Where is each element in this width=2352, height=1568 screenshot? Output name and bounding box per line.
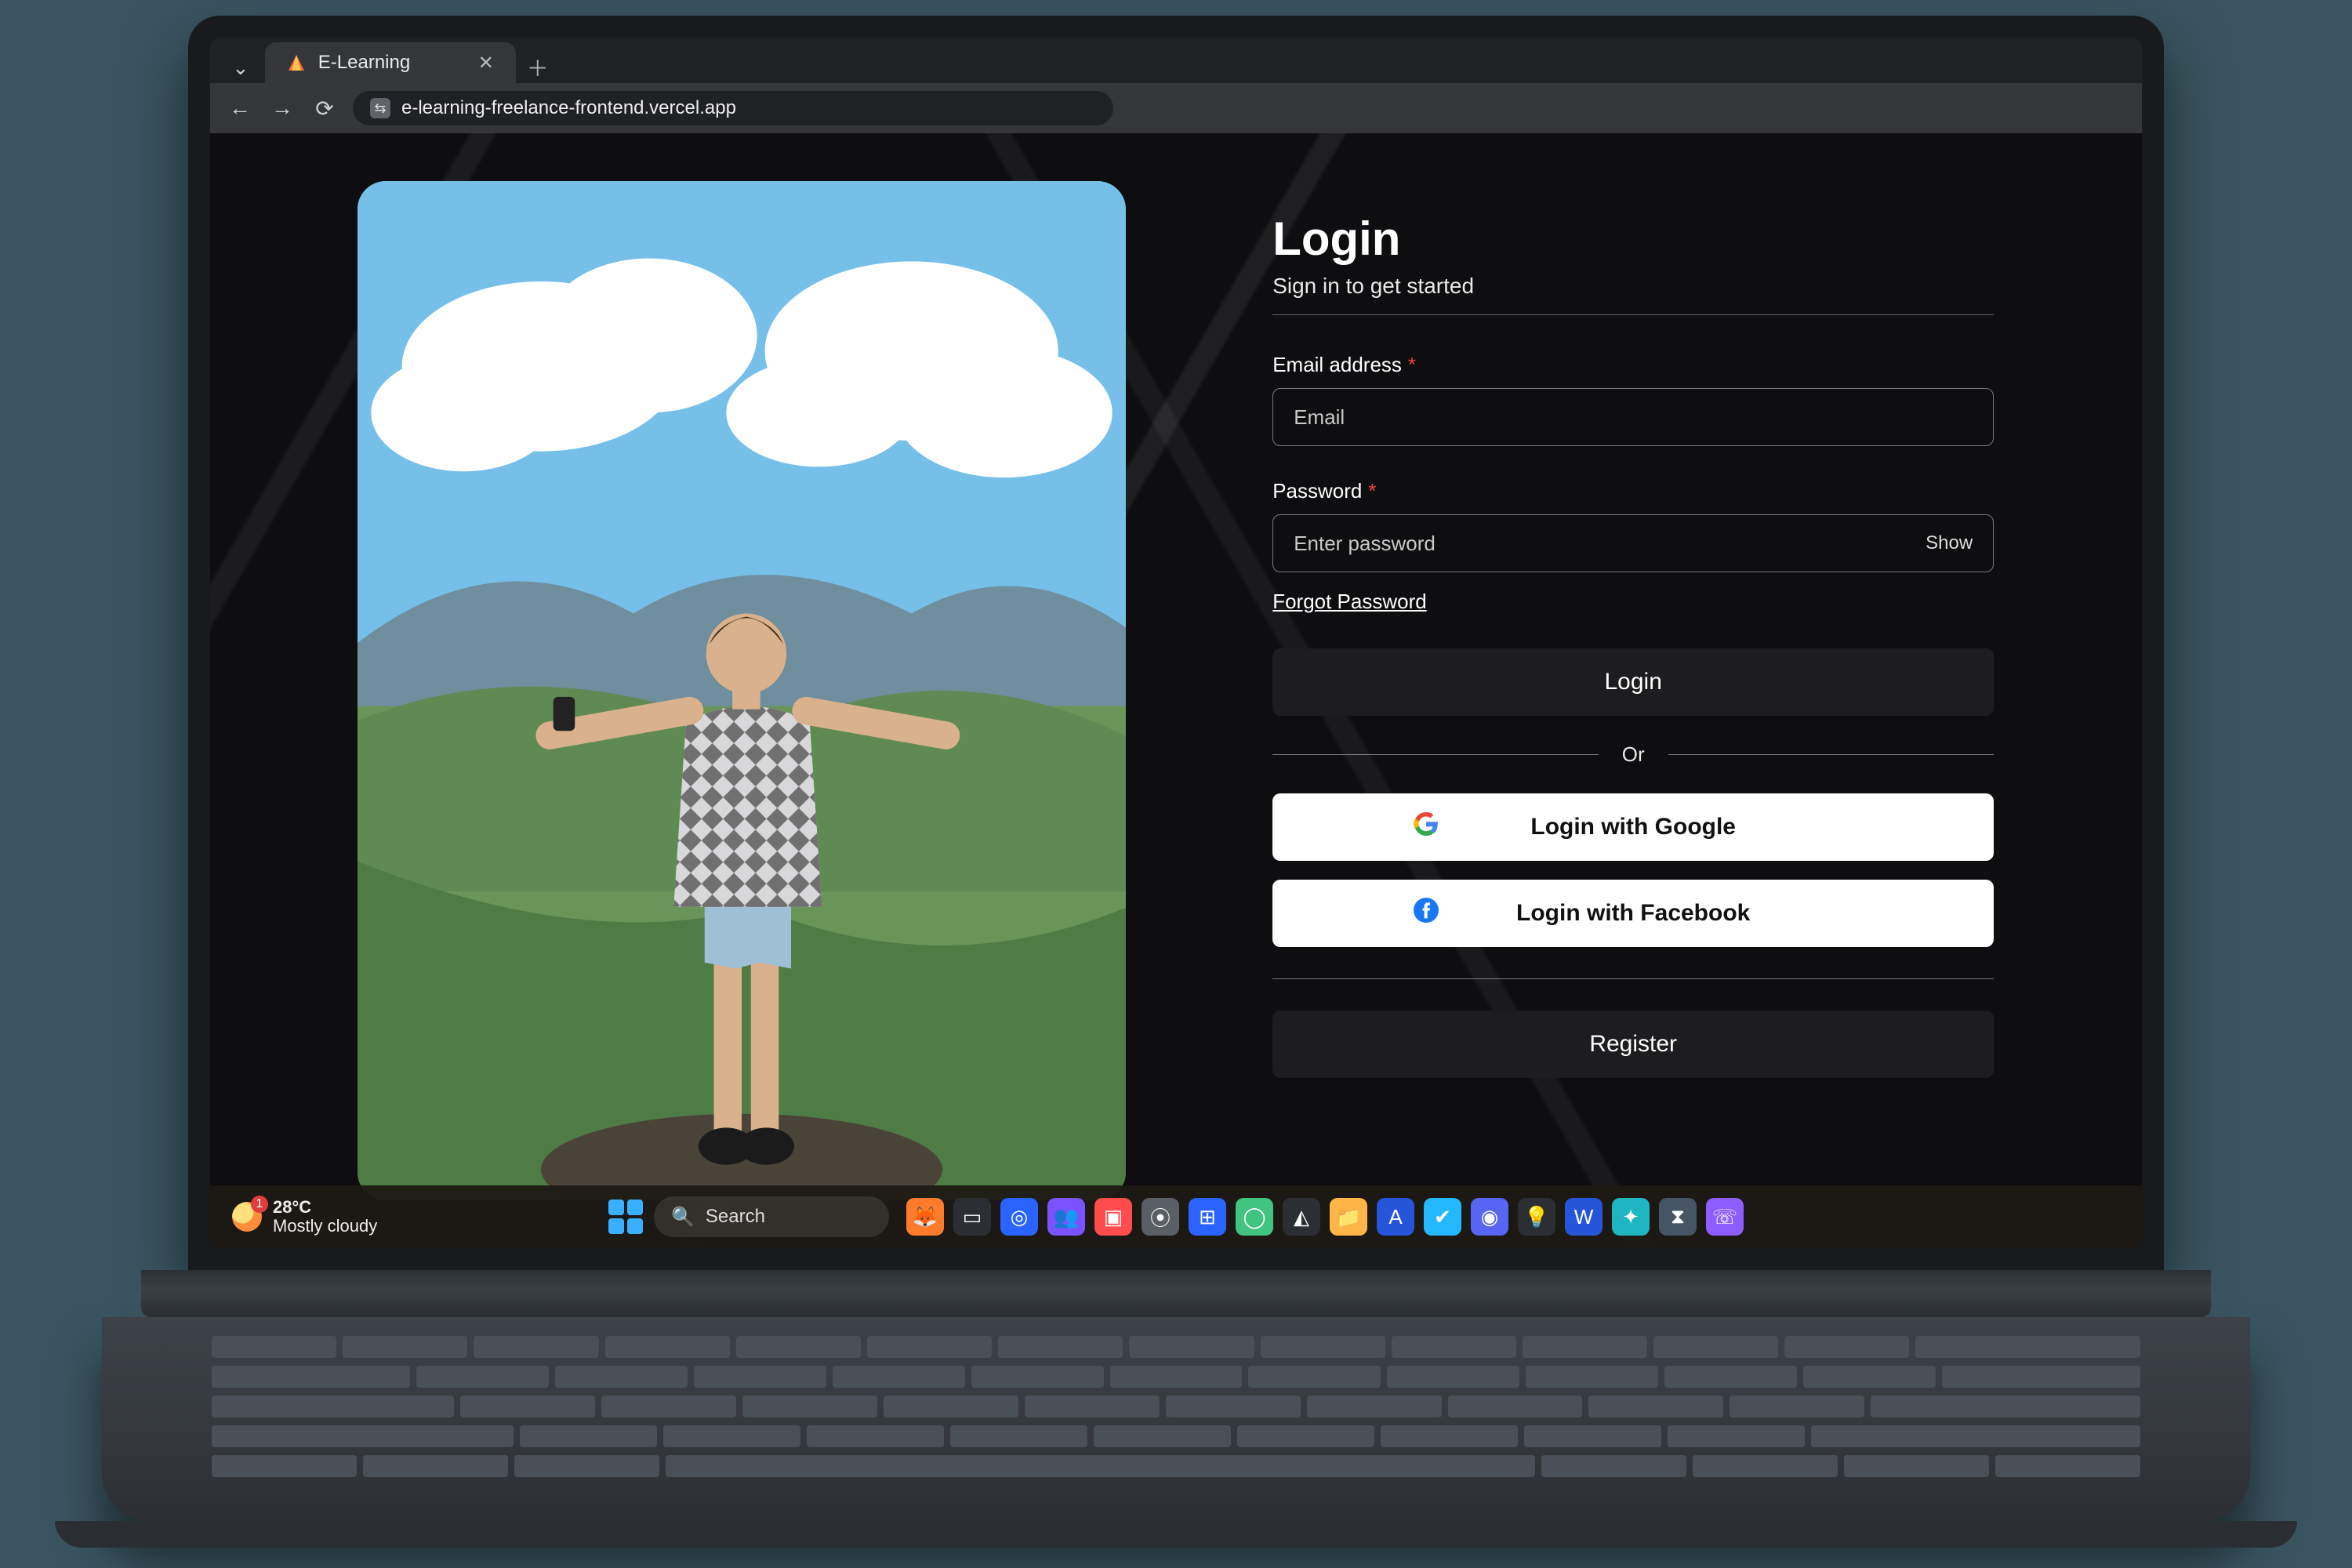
google-icon: [1414, 811, 1439, 843]
laptop-frame: ⌄ E-Learning ✕ ＋ ← → ⟳ ⇆ e-learning-free…: [141, 16, 2211, 1388]
hero-column: [210, 133, 1272, 1248]
taskbar-app-icon[interactable]: 💡: [1518, 1198, 1555, 1236]
taskbar-app-icon[interactable]: ◉: [1471, 1198, 1508, 1236]
email-label: Email address *: [1272, 353, 1994, 377]
reload-button[interactable]: ⟳: [310, 94, 339, 122]
show-password-toggle[interactable]: Show: [1926, 532, 1973, 554]
taskbar-weather[interactable]: 28°C Mostly cloudy: [232, 1198, 377, 1236]
windows-taskbar: 28°C Mostly cloudy 🔍 Search: [210, 1185, 2142, 1248]
taskbar-app-icon[interactable]: 👥: [1047, 1198, 1085, 1236]
start-button[interactable]: [608, 1200, 643, 1234]
browser-tabstrip: ⌄ E-Learning ✕ ＋: [210, 38, 2142, 83]
screen-bezel: ⌄ E-Learning ✕ ＋ ← → ⟳ ⇆ e-learning-free…: [188, 16, 2164, 1270]
browser-toolbar: ← → ⟳ ⇆ e-learning-freelance-frontend.ve…: [210, 83, 2142, 133]
browser-tab[interactable]: E-Learning ✕: [265, 42, 516, 83]
laptop-hinge: [141, 1270, 2211, 1317]
forward-button[interactable]: →: [268, 94, 296, 122]
tab-dropdown-caret[interactable]: ⌄: [216, 52, 265, 83]
taskbar-app-icon[interactable]: ✔: [1424, 1198, 1461, 1236]
tab-close-icon[interactable]: ✕: [478, 52, 494, 74]
taskbar-app-icon[interactable]: ⧗: [1659, 1198, 1697, 1236]
divider: [1272, 314, 1994, 315]
login-subtitle: Sign in to get started: [1272, 274, 1994, 299]
address-bar[interactable]: ⇆ e-learning-freelance-frontend.vercel.a…: [353, 91, 1113, 125]
email-input-wrap: [1272, 388, 1994, 446]
login-form: Login Sign in to get started Email addre…: [1272, 133, 2142, 1248]
tab-title: E-Learning: [318, 52, 410, 74]
weather-temp: 28°C: [273, 1198, 377, 1217]
hero-image: [358, 181, 1126, 1200]
taskbar-app-icon[interactable]: ⦿: [1142, 1198, 1179, 1236]
url-text: e-learning-freelance-frontend.vercel.app: [401, 97, 736, 119]
weather-desc: Mostly cloudy: [273, 1217, 377, 1236]
taskbar-search-placeholder: Search: [706, 1206, 765, 1228]
back-button[interactable]: ←: [226, 94, 254, 122]
site-info-icon[interactable]: ⇆: [370, 98, 390, 118]
taskbar-app-icon[interactable]: ▣: [1094, 1198, 1132, 1236]
taskbar-app-icon[interactable]: ▭: [953, 1198, 991, 1236]
taskbar-search[interactable]: 🔍 Search: [654, 1196, 889, 1237]
taskbar-app-icon[interactable]: 📁: [1330, 1198, 1367, 1236]
login-google-button[interactable]: Login with Google: [1272, 793, 1994, 861]
or-divider: Or: [1272, 742, 1994, 767]
taskbar-app-icon[interactable]: ⊞: [1189, 1198, 1226, 1236]
taskbar-app-icon[interactable]: ✦: [1612, 1198, 1650, 1236]
taskbar-app-icon[interactable]: A: [1377, 1198, 1414, 1236]
password-label: Password *: [1272, 479, 1994, 503]
taskbar-app-icon[interactable]: ◭: [1283, 1198, 1320, 1236]
screen: ⌄ E-Learning ✕ ＋ ← → ⟳ ⇆ e-learning-free…: [210, 38, 2142, 1248]
password-input-wrap: Show: [1272, 514, 1994, 572]
taskbar-app-icon[interactable]: 🦊: [906, 1198, 944, 1236]
required-mark: *: [1368, 479, 1376, 503]
search-icon: 🔍: [671, 1206, 695, 1229]
login-facebook-button[interactable]: Login with Facebook: [1272, 880, 1994, 947]
password-input[interactable]: [1294, 532, 1926, 556]
facebook-icon: [1414, 898, 1439, 929]
login-title: Login: [1272, 212, 1994, 266]
email-input[interactable]: [1294, 405, 1973, 430]
tab-favicon-icon: [287, 53, 306, 72]
required-mark: *: [1408, 353, 1416, 377]
forgot-password-link[interactable]: Forgot Password: [1272, 590, 1427, 614]
taskbar-app-icon[interactable]: ◎: [1000, 1198, 1038, 1236]
divider: [1272, 978, 1994, 979]
taskbar-app-icon[interactable]: ◯: [1236, 1198, 1273, 1236]
new-tab-button[interactable]: ＋: [522, 52, 554, 83]
register-button[interactable]: Register: [1272, 1011, 1994, 1078]
taskbar-app-icon[interactable]: W: [1565, 1198, 1602, 1236]
laptop-keyboard: [102, 1317, 2250, 1521]
login-button[interactable]: Login: [1272, 648, 1994, 716]
taskbar-pinned-apps: 🦊 ▭ ◎ 👥 ▣ ⦿ ⊞ ◯ ◭ 📁 A ✔ ◉: [906, 1198, 1744, 1236]
weather-icon: [232, 1202, 262, 1232]
page-viewport: Login Sign in to get started Email addre…: [210, 133, 2142, 1248]
taskbar-app-icon[interactable]: ☏: [1706, 1198, 1744, 1236]
